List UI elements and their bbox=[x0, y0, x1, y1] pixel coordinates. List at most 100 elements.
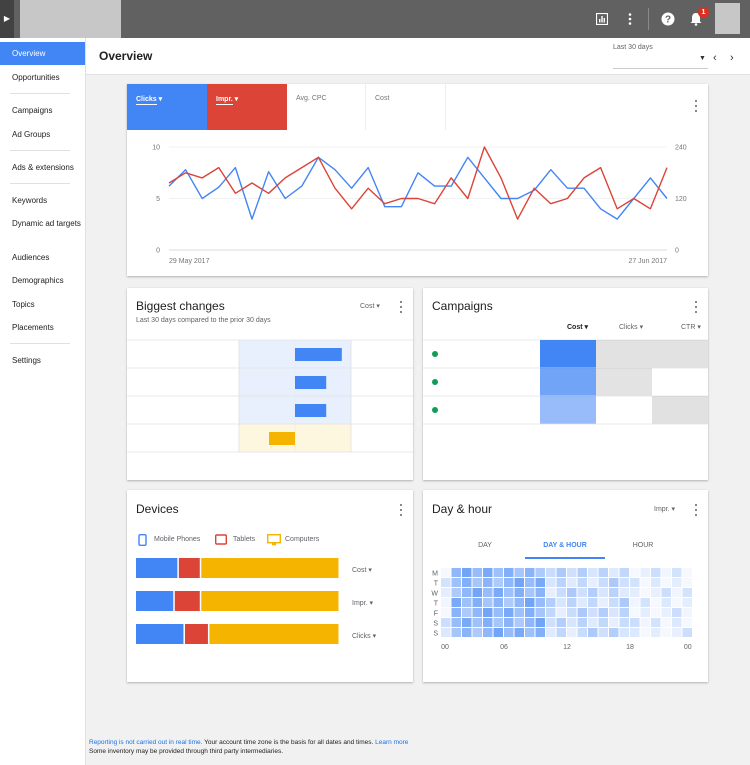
device-bar-segment bbox=[174, 591, 200, 611]
sidebar-divider bbox=[10, 183, 70, 184]
heatmap-cell bbox=[609, 628, 619, 637]
tab-hour[interactable]: HOUR bbox=[621, 542, 665, 549]
footer-line-2: Some inventory may be provided through t… bbox=[89, 748, 284, 755]
day-hour-metric-dropdown[interactable]: Impr. bbox=[654, 505, 675, 513]
heatmap-cell bbox=[577, 578, 587, 587]
sidebar-item-overview[interactable]: Overview bbox=[0, 42, 85, 65]
sidebar-item-demographics[interactable]: Demographics bbox=[0, 269, 85, 292]
sidebar-item-ads-extensions[interactable]: Ads & extensions bbox=[0, 156, 85, 179]
heatmap-cell bbox=[493, 608, 503, 617]
heatmap-cell bbox=[556, 588, 566, 597]
heatmap-cell bbox=[441, 628, 451, 637]
campaigns-more-icon[interactable] bbox=[693, 301, 699, 313]
heatmap-cell bbox=[588, 568, 598, 577]
devices-more-icon[interactable] bbox=[398, 504, 404, 516]
sidebar-item-campaigns[interactable]: Campaigns bbox=[0, 99, 85, 122]
heatmap-cell bbox=[483, 618, 493, 627]
legend-tablets: Tablets bbox=[233, 536, 256, 543]
heatmap-cell bbox=[514, 598, 524, 607]
sidebar-item-audiences[interactable]: Audiences bbox=[0, 246, 85, 269]
sidebar-item-topics[interactable]: Topics bbox=[0, 293, 85, 316]
reports-icon[interactable] bbox=[592, 9, 612, 29]
heatmap-cell bbox=[462, 618, 472, 627]
more-vert-icon[interactable] bbox=[620, 9, 640, 29]
heatmap-cell bbox=[451, 578, 461, 587]
y-axis-left-tick: 5 bbox=[156, 196, 160, 203]
biggest-changes-more-icon[interactable] bbox=[398, 301, 404, 313]
heatmap-cell bbox=[567, 568, 577, 577]
heatmap-cell bbox=[504, 628, 514, 637]
sidebar-item-ad-groups[interactable]: Ad Groups bbox=[0, 123, 85, 146]
devices-row-metric-dropdown[interactable]: Clicks bbox=[352, 632, 376, 640]
change-bar bbox=[295, 404, 327, 417]
sidebar-item-placements[interactable]: Placements bbox=[0, 316, 85, 339]
column-cost-header[interactable]: Cost bbox=[567, 323, 588, 331]
tab-day[interactable]: DAY bbox=[463, 542, 507, 549]
account-logo[interactable] bbox=[20, 0, 121, 38]
sidebar-item-dynamic-ad-targets[interactable]: Dynamic ad targets bbox=[0, 219, 85, 243]
next-period-icon[interactable]: › bbox=[730, 52, 734, 64]
heatmap-cell bbox=[619, 628, 629, 637]
heatmap-cell bbox=[525, 618, 535, 627]
heatmap-cell bbox=[472, 598, 482, 607]
menu-toggle-icon[interactable]: ▶ bbox=[0, 0, 14, 38]
heatmap-cell bbox=[598, 598, 608, 607]
chart-more-icon[interactable] bbox=[693, 100, 699, 112]
heat-cell bbox=[540, 340, 596, 368]
heat-cell bbox=[596, 368, 652, 396]
heatmap-cell bbox=[672, 608, 682, 617]
metric-clicks-button[interactable]: Clicks ▾ bbox=[127, 84, 207, 130]
heatmap-cell bbox=[598, 618, 608, 627]
heatmap-cell bbox=[546, 578, 556, 587]
hour-label: 06 bbox=[500, 644, 508, 651]
heatmap-cell bbox=[661, 628, 671, 637]
device-bar-segment bbox=[201, 591, 339, 611]
heatmap-cell bbox=[661, 598, 671, 607]
heatmap-cell bbox=[546, 568, 556, 577]
hour-label: 00 bbox=[441, 644, 449, 651]
heatmap-cell bbox=[514, 568, 524, 577]
heatmap-cell bbox=[483, 598, 493, 607]
campaigns-card: Campaigns Cost Clicks CTR bbox=[423, 288, 708, 480]
heat-cell bbox=[652, 340, 708, 368]
heatmap-cell bbox=[483, 628, 493, 637]
day-label: F bbox=[434, 611, 438, 618]
date-range-dropdown-icon[interactable]: ▼ bbox=[699, 55, 706, 62]
sidebar-item-keywords[interactable]: Keywords bbox=[0, 189, 85, 212]
computer-icon bbox=[267, 534, 281, 546]
previous-period-icon[interactable]: ‹ bbox=[713, 52, 717, 64]
heatmap-cell bbox=[441, 588, 451, 597]
heatmap-cell bbox=[640, 618, 650, 627]
campaign-status-dot bbox=[432, 379, 438, 385]
column-clicks-header[interactable]: Clicks bbox=[619, 323, 643, 331]
date-range-label[interactable]: Last 30 days bbox=[613, 44, 653, 51]
biggest-changes-metric-dropdown[interactable]: Cost bbox=[360, 302, 380, 310]
devices-row-metric-dropdown[interactable]: Impr. bbox=[352, 599, 373, 607]
help-icon[interactable]: ? bbox=[658, 9, 678, 29]
column-ctr-header[interactable]: CTR bbox=[681, 323, 701, 331]
heatmap-cell bbox=[651, 628, 661, 637]
tab-day-and-hour[interactable]: DAY & HOUR bbox=[525, 542, 605, 559]
sidebar-divider bbox=[10, 343, 70, 344]
tablet-icon bbox=[215, 534, 227, 545]
metric-impr-button[interactable]: Impr. ▾ bbox=[207, 84, 287, 130]
metric-avg-cpc-button[interactable]: Avg. CPC bbox=[287, 84, 366, 130]
learn-more-link[interactable]: Learn more bbox=[375, 739, 408, 746]
x-axis-end-label: 27 Jun 2017 bbox=[628, 258, 667, 265]
avatar[interactable] bbox=[715, 3, 740, 34]
heat-cell bbox=[540, 368, 596, 396]
heatmap-cell bbox=[504, 568, 514, 577]
sidebar-item-opportunities[interactable]: Opportunities bbox=[0, 66, 85, 89]
heatmap-cell bbox=[567, 608, 577, 617]
legend-computers: Computers bbox=[285, 536, 320, 543]
metric-cost-button[interactable]: Cost bbox=[366, 84, 446, 130]
heatmap-cell bbox=[514, 618, 524, 627]
sidebar-item-settings[interactable]: Settings bbox=[0, 349, 85, 372]
heatmap-cell bbox=[514, 608, 524, 617]
heatmap-cell bbox=[588, 608, 598, 617]
heatmap-cell bbox=[441, 578, 451, 587]
day-hour-more-icon[interactable] bbox=[693, 504, 699, 516]
real-time-link[interactable]: Reporting is not carried out in real tim… bbox=[89, 739, 202, 746]
devices-row-metric-dropdown[interactable]: Cost bbox=[352, 566, 372, 574]
heatmap-cell bbox=[556, 598, 566, 607]
